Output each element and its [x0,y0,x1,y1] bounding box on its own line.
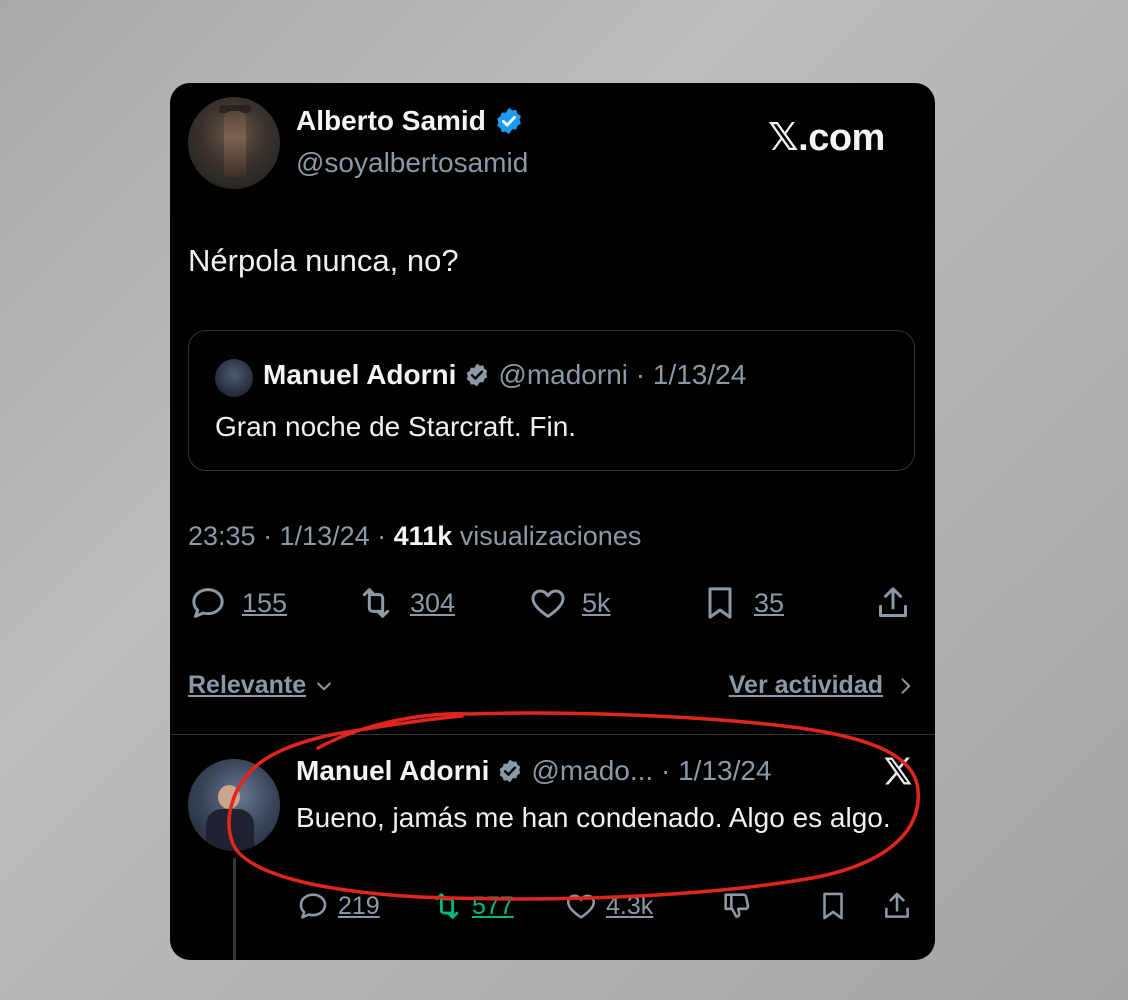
quoted-author-name: Manuel Adorni [263,359,457,390]
reply-sort-row: Relevante Ver actividad [188,671,915,711]
quoted-author-avatar [215,359,253,397]
sort-label[interactable]: Relevante [188,671,306,700]
share-button[interactable] [873,583,913,623]
author-name[interactable]: Alberto Samid [296,105,486,137]
view-activity-label[interactable]: Ver actividad [729,671,883,700]
author-avatar[interactable] [188,97,280,189]
bookmark-button[interactable]: 35 [700,583,784,623]
reply-like-button[interactable]: 4.3k [564,889,653,923]
verified-badge-icon [467,363,488,387]
reply-share-button[interactable] [880,889,914,923]
views-label: visualizaciones [459,521,642,551]
repost-icon [435,893,459,919]
share-icon [879,587,907,617]
reply-repost-count[interactable]: 577 [472,892,514,921]
chevron-right-icon [901,677,911,694]
bookmark-icon [708,587,732,619]
repost-button[interactable]: 304 [356,583,455,623]
reply-icon [192,588,224,618]
like-count[interactable]: 5k [582,588,611,619]
author-name-row[interactable]: Alberto Samid [296,105,524,137]
bookmark-icon [823,892,843,920]
sort-dropdown[interactable]: Relevante [188,671,334,700]
section-divider [170,734,935,735]
reply-meta: @mado... · 1/13/24 [531,755,772,786]
reply-bookmark-button[interactable] [816,889,850,923]
thumbs-down-icon [724,893,750,918]
reply-like-count[interactable]: 4.3k [606,892,653,921]
reply-header: Manuel Adorni @mado... · 1/13/24 [296,755,772,787]
x-logo-icon: 𝕏 [768,115,799,159]
reply-count[interactable]: 155 [242,588,287,619]
reply-author-name[interactable]: Manuel Adorni [296,755,489,787]
views-count: 411k [393,521,453,551]
post-text: Nérpola nunca, no? [188,243,459,278]
reply-reply-button[interactable]: 219 [296,889,380,923]
dislike-button[interactable] [720,889,754,923]
quoted-meta: @madorni · 1/13/24 [498,359,747,390]
heart-icon [531,589,565,618]
x-logo-icon[interactable] [880,753,916,789]
reply-button[interactable]: 155 [188,583,287,623]
quoted-post[interactable]: Manuel Adorni @madorni · 1/13/24 Gran no… [188,330,915,471]
post-actions: 155 304 5k 35 [188,583,915,633]
reply-actions: 219 577 4.3k [296,889,916,929]
verified-badge-icon [500,759,521,783]
post-meta: 23:35 · 1/13/24 · 411k visualizaciones [188,521,641,552]
like-button[interactable]: 5k [528,583,611,623]
reply-text: Bueno, jamás me han condenado. Algo es a… [296,802,891,833]
embedded-post-card: Alberto Samid @soyalbertosamid 𝕏.com Nér… [170,83,935,960]
thread-line [233,858,236,960]
reply-reply-count[interactable]: 219 [338,892,380,921]
reply-icon [299,893,327,919]
verified-badge-icon [496,107,521,135]
chevron-down-icon [317,682,331,690]
x-com-logo[interactable]: 𝕏.com [768,115,885,160]
brand-suffix: com [808,117,885,159]
quoted-post-header: Manuel Adorni @madorni · 1/13/24 [263,359,746,391]
view-activity-link[interactable]: Ver actividad [729,671,915,700]
repost-count[interactable]: 304 [410,588,455,619]
author-handle[interactable]: @soyalbertosamid [296,147,528,179]
reply-repost-button[interactable]: 577 [430,889,514,923]
reply-author-avatar[interactable] [188,759,280,851]
quoted-text: Gran noche de Starcraft. Fin. [215,411,577,442]
post-timestamp[interactable]: 23:35 · 1/13/24 · [188,521,386,551]
share-icon [885,892,909,918]
heart-icon [566,894,596,919]
repost-icon [362,588,390,618]
bookmark-count[interactable]: 35 [754,588,784,619]
